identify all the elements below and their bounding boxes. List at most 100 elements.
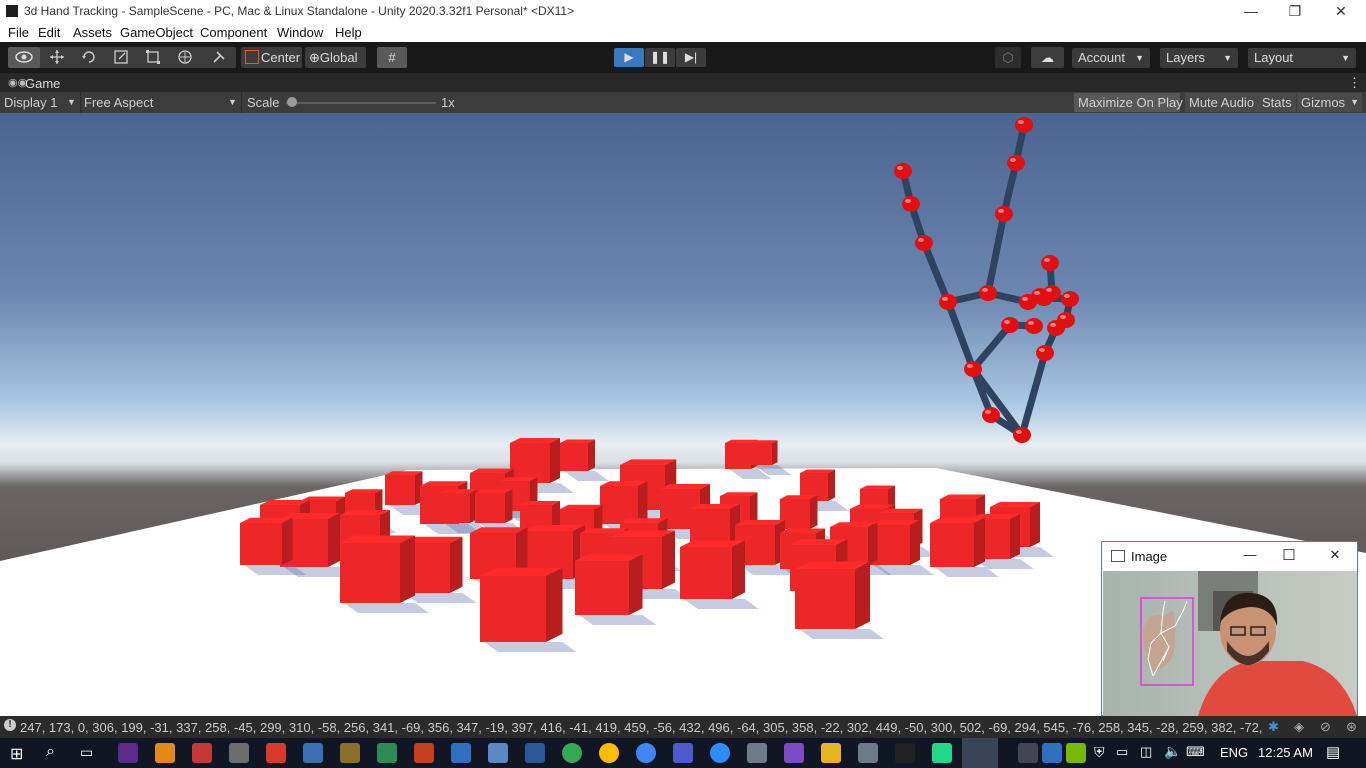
image-maximize-button[interactable]: ☐ bbox=[1274, 546, 1304, 564]
aspect-dropdown[interactable]: Free Aspect ▼ bbox=[84, 95, 240, 110]
menu-gameobject[interactable]: GameObject bbox=[120, 25, 193, 40]
pause-button[interactable]: ❚❚ bbox=[645, 48, 675, 67]
zoom-icon[interactable] bbox=[710, 743, 730, 763]
chrome-icon-1[interactable] bbox=[562, 743, 582, 763]
mute-audio-toggle[interactable]: Mute Audio bbox=[1185, 93, 1259, 112]
eye-icon bbox=[15, 51, 33, 63]
layout-dropdown[interactable]: Layout ▼ bbox=[1248, 48, 1356, 68]
move-tool-button[interactable] bbox=[41, 47, 72, 68]
play-button[interactable]: ▶ bbox=[614, 48, 644, 67]
console-last-message[interactable]: 247, 173, 0, 306, 199, -31, 337, 258, -4… bbox=[20, 720, 1262, 735]
defender-icon[interactable]: ⛨ bbox=[1094, 744, 1105, 761]
chevron-down-icon: ▼ bbox=[1350, 97, 1359, 107]
stats-toggle[interactable]: Stats bbox=[1258, 93, 1296, 112]
rotate-tool-button[interactable] bbox=[73, 47, 104, 68]
close-button[interactable]: ✕ bbox=[1318, 0, 1364, 22]
hand-joint-highlight bbox=[1060, 315, 1066, 319]
task-view-icon[interactable]: ▭ bbox=[80, 744, 93, 761]
menu-bar: File Edit Assets GameObject Component Wi… bbox=[0, 22, 1366, 42]
minimize-button[interactable]: — bbox=[1228, 0, 1274, 22]
cube-side-face bbox=[810, 495, 818, 529]
gizmos-label: Gizmos bbox=[1301, 95, 1346, 110]
image-minimize-button[interactable]: — bbox=[1235, 547, 1265, 562]
view-tool-button[interactable] bbox=[8, 47, 40, 68]
menu-window[interactable]: Window bbox=[277, 25, 323, 40]
app-icon-5[interactable] bbox=[266, 743, 286, 763]
maximize-on-play-toggle[interactable]: Maximize On Play bbox=[1074, 93, 1183, 112]
app-icon-11[interactable] bbox=[488, 743, 508, 763]
cube-side-face bbox=[828, 469, 835, 501]
app-icon-3[interactable] bbox=[192, 743, 212, 763]
nvidia-icon[interactable] bbox=[1066, 743, 1086, 763]
search-icon[interactable]: ⌕ bbox=[46, 743, 55, 761]
notification-icon[interactable]: ▤ bbox=[1326, 743, 1340, 761]
app-icon-7[interactable] bbox=[340, 743, 360, 763]
grid-snap-button[interactable]: # bbox=[377, 47, 407, 68]
step-button[interactable]: ▶| bbox=[676, 48, 706, 67]
cube-shadow bbox=[799, 629, 884, 639]
cube-side-face bbox=[662, 530, 675, 589]
active-app-highlight[interactable] bbox=[962, 738, 998, 768]
file-explorer-icon[interactable] bbox=[821, 743, 841, 763]
menu-assets[interactable]: Assets bbox=[73, 25, 112, 40]
visual-studio-icon[interactable] bbox=[784, 743, 804, 763]
display-dropdown[interactable]: Display 1 ▼ bbox=[4, 95, 78, 110]
app-icon-6[interactable] bbox=[303, 743, 323, 763]
maps-icon[interactable] bbox=[636, 743, 656, 763]
scale-slider-thumb[interactable] bbox=[287, 97, 297, 107]
tab-menu-icon[interactable]: ⋮ bbox=[1348, 75, 1361, 91]
menu-component[interactable]: Component bbox=[200, 25, 267, 40]
tab-game[interactable]: Game bbox=[25, 76, 60, 91]
menu-file[interactable]: File bbox=[8, 25, 29, 40]
collab-button[interactable]: ⬡ bbox=[995, 47, 1021, 68]
custom-tool-button[interactable] bbox=[201, 47, 236, 68]
image-close-button[interactable]: ✕ bbox=[1320, 547, 1350, 563]
menu-edit[interactable]: Edit bbox=[38, 25, 60, 40]
sublime-icon[interactable] bbox=[155, 743, 175, 763]
app-icon-12[interactable] bbox=[525, 743, 545, 763]
scale-tool-button[interactable] bbox=[105, 47, 136, 68]
hand-bone bbox=[920, 239, 952, 306]
menu-help[interactable]: Help bbox=[335, 25, 362, 40]
cube-front-face bbox=[795, 569, 855, 629]
pivot-mode-button[interactable]: Center bbox=[241, 47, 302, 68]
volume-icon[interactable]: 🔈 bbox=[1164, 743, 1181, 760]
calculator-icon[interactable] bbox=[451, 743, 471, 763]
keyboard-icon[interactable]: ⌨ bbox=[1186, 744, 1205, 760]
cloud-button[interactable]: ☁ bbox=[1031, 47, 1064, 68]
chrome-icon-2[interactable] bbox=[599, 743, 619, 763]
app-icon-18[interactable] bbox=[747, 743, 767, 763]
start-button-icon[interactable]: ⊞ bbox=[10, 744, 23, 764]
gizmos-dropdown[interactable]: Gizmos ▼ bbox=[1297, 93, 1362, 112]
pivot-rotation-button[interactable]: ⊕Global bbox=[305, 47, 366, 68]
powerpoint-icon[interactable] bbox=[414, 743, 434, 763]
pycharm-icon[interactable] bbox=[932, 743, 952, 763]
network-icon[interactable]: ◫ bbox=[1140, 744, 1152, 760]
transform-tool-button[interactable] bbox=[169, 47, 200, 68]
teams-icon[interactable] bbox=[673, 743, 693, 763]
game-tab-bar: ◉◉ Game ⋮ bbox=[0, 73, 1366, 92]
cube-side-face bbox=[910, 520, 920, 565]
tray-icon-2[interactable] bbox=[1042, 743, 1062, 763]
tray-icon-1[interactable] bbox=[1018, 743, 1038, 763]
hand-joint-highlight bbox=[982, 288, 988, 292]
progress-icon: ✱ bbox=[1268, 719, 1279, 734]
account-dropdown[interactable]: Account ▼ bbox=[1072, 48, 1150, 68]
restore-button[interactable]: ❐ bbox=[1272, 0, 1318, 22]
scale-slider-track[interactable] bbox=[286, 102, 436, 104]
unity-taskbar-icon[interactable] bbox=[895, 743, 915, 763]
database-icon[interactable] bbox=[229, 743, 249, 763]
hand-joint bbox=[939, 294, 957, 310]
app-icon-1[interactable] bbox=[118, 743, 138, 763]
clock[interactable]: 12:25 AM bbox=[1258, 745, 1313, 760]
hand-joint bbox=[1015, 117, 1033, 133]
layers-dropdown[interactable]: Layers ▼ bbox=[1160, 48, 1238, 68]
battery-icon[interactable]: ▭ bbox=[1116, 744, 1128, 760]
rect-tool-button[interactable] bbox=[137, 47, 168, 68]
language-indicator[interactable]: ENG bbox=[1220, 745, 1248, 760]
cube-side-face bbox=[855, 561, 870, 629]
cube-front-face bbox=[680, 547, 732, 599]
app-icon-8[interactable] bbox=[377, 743, 397, 763]
app-icon-21[interactable] bbox=[858, 743, 878, 763]
image-preview-window[interactable]: Image — ☐ ✕ bbox=[1101, 541, 1358, 716]
